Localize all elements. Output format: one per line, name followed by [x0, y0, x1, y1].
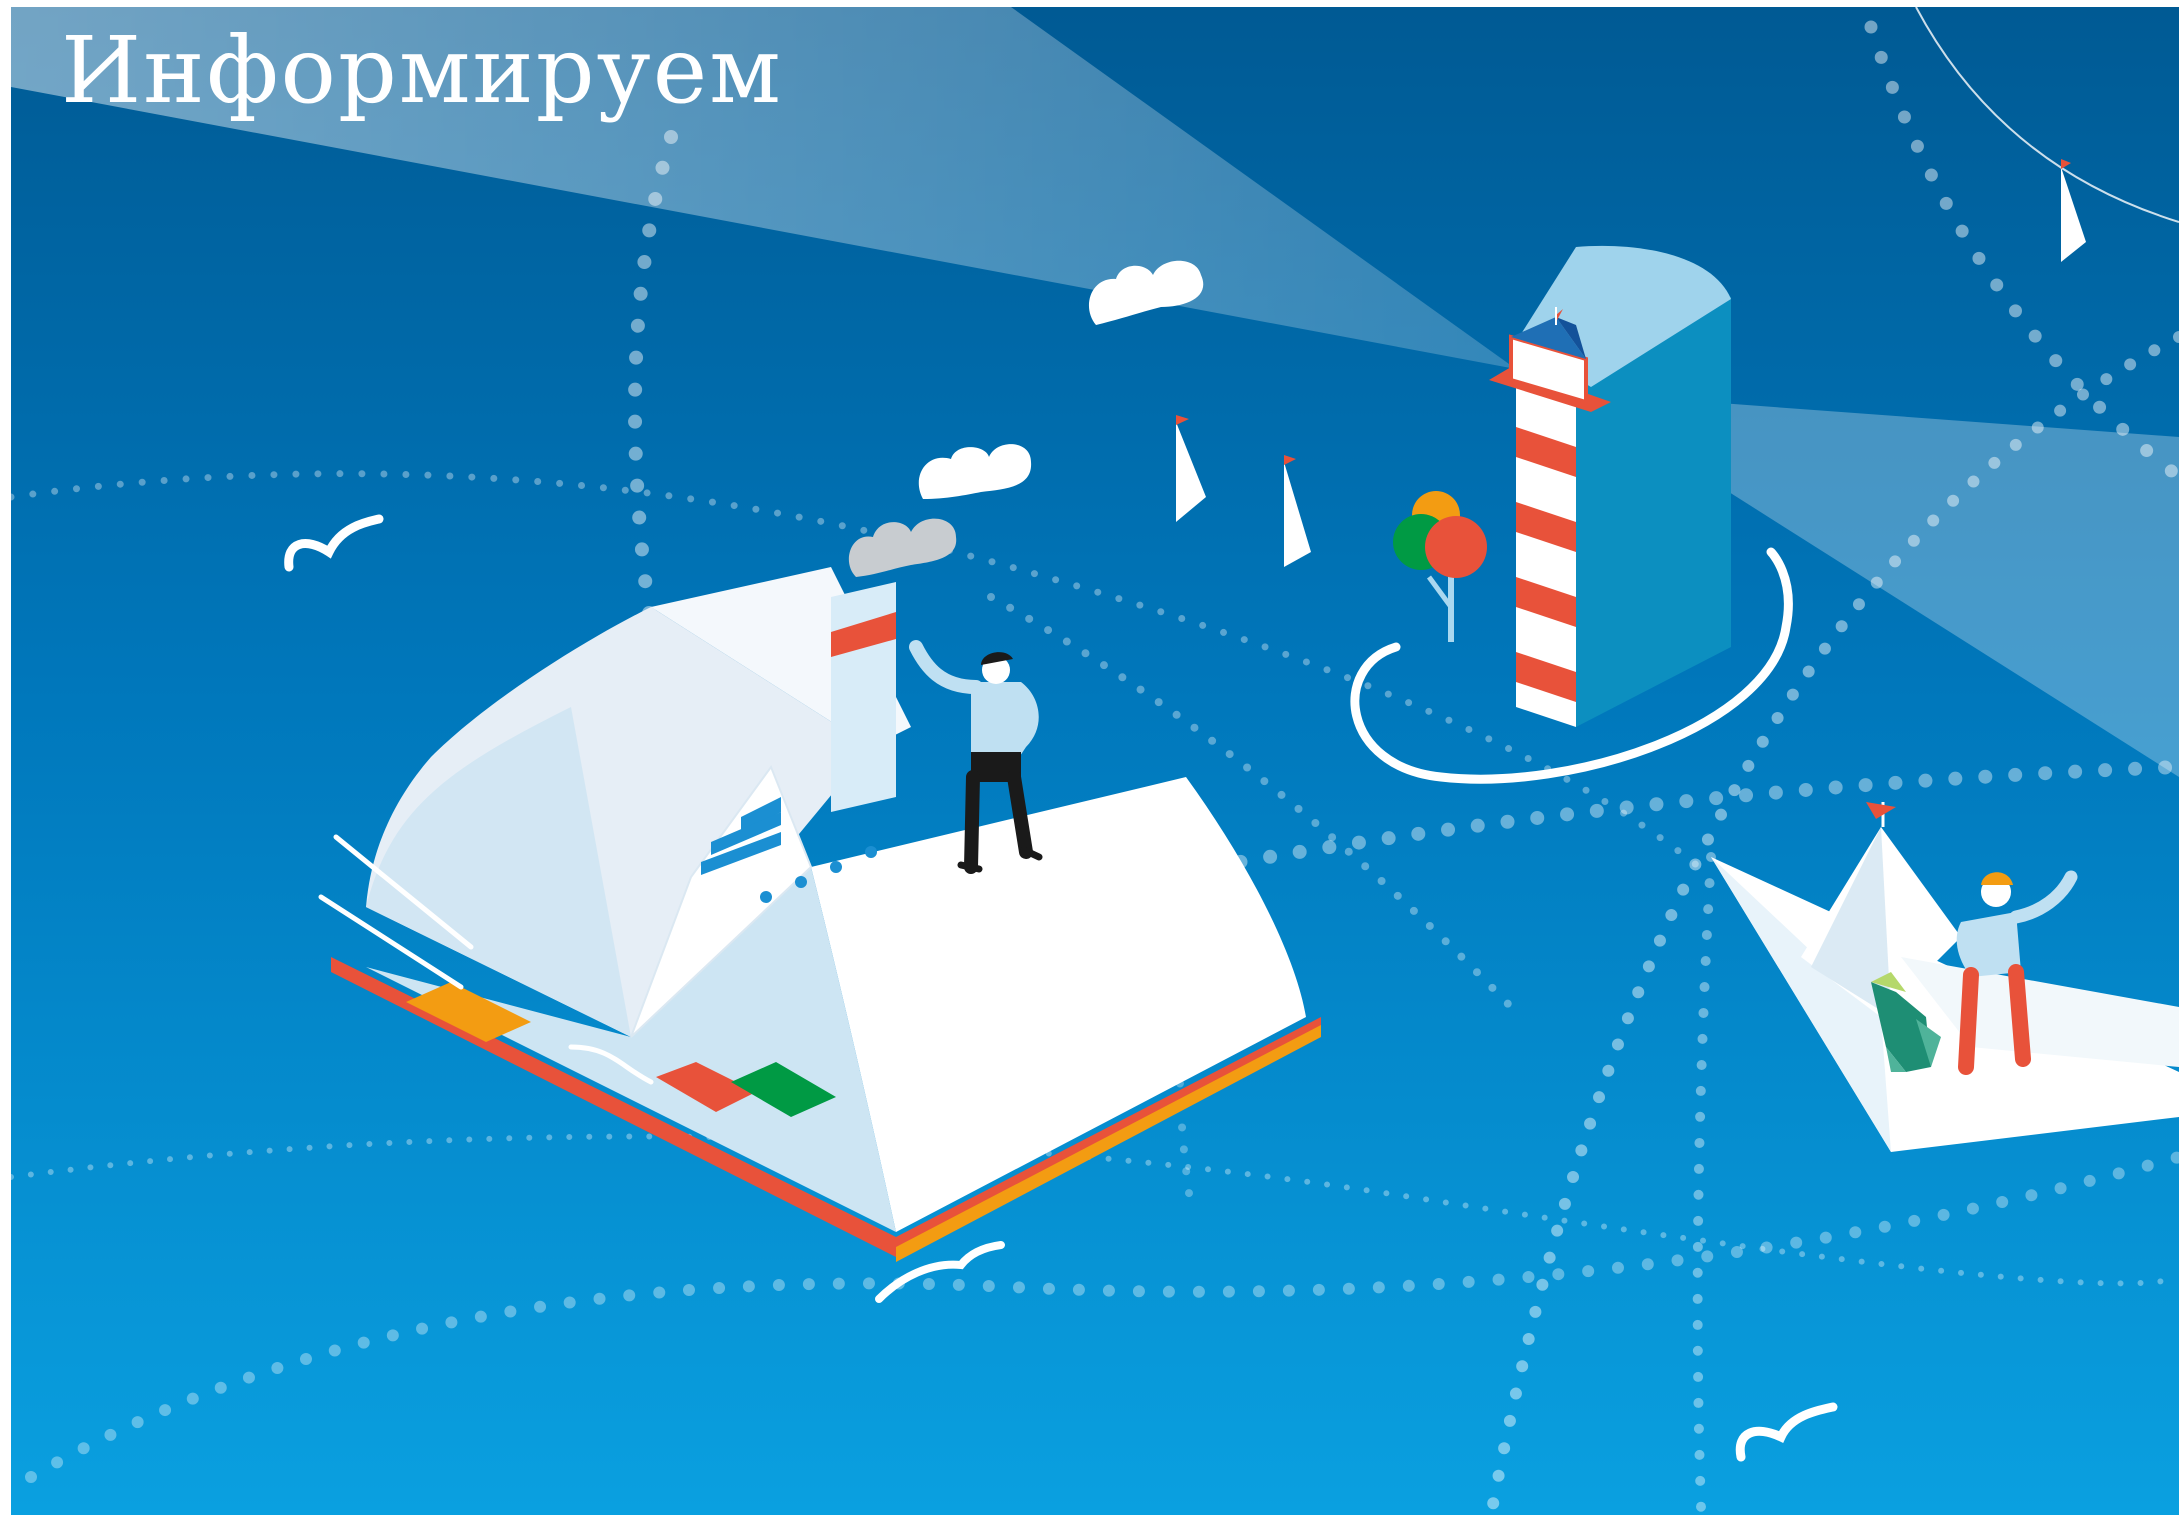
illustration-svg: [7, 6, 2179, 1520]
page-title: Информируем: [61, 17, 783, 124]
illustration-scene: Информируем: [7, 6, 2179, 1520]
poster-canvas: Информируем: [0, 0, 2179, 1520]
